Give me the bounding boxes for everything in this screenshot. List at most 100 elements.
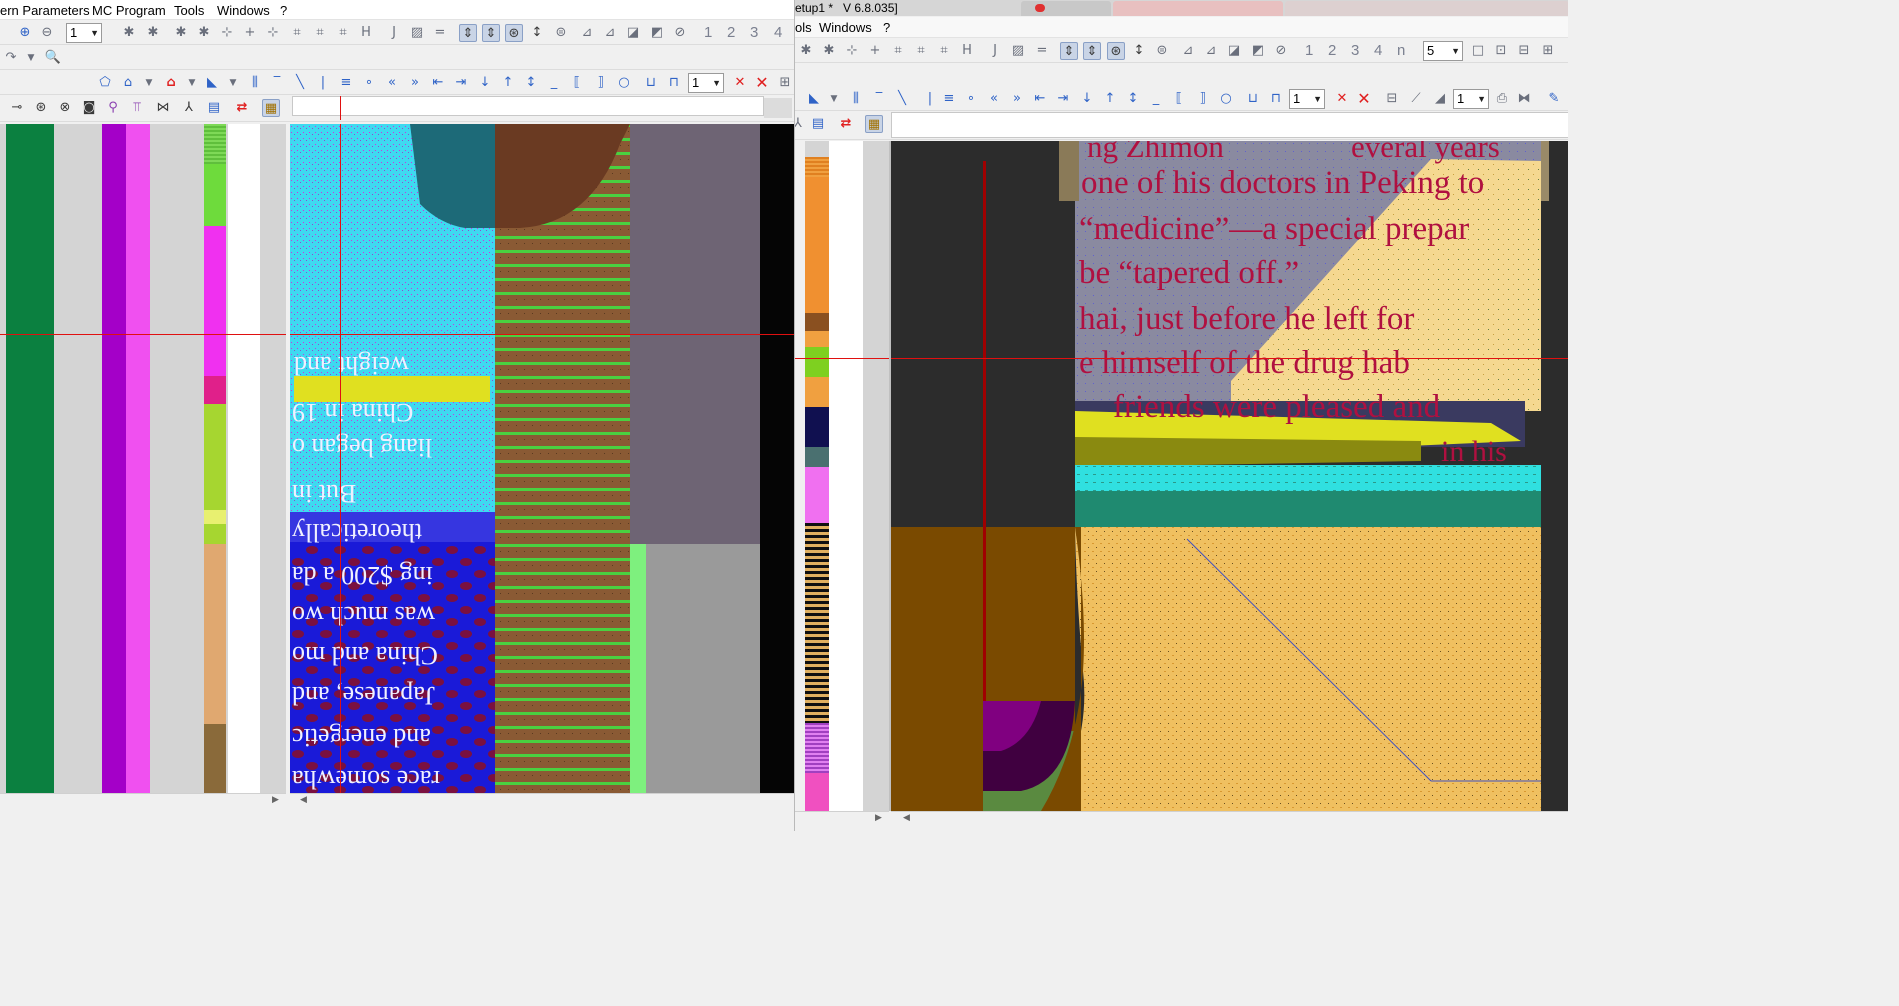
arrow-down-icon[interactable]: ↓ (476, 74, 494, 92)
forward-icon[interactable]: » (1008, 90, 1026, 108)
grid-tool-1-icon[interactable]: ⌗ (288, 24, 306, 42)
red-shape-icon[interactable]: ⌂ (162, 74, 180, 92)
cylinder-icon[interactable]: ⊜ (1153, 42, 1171, 60)
stitch-tool-2-icon[interactable]: ✱ (797, 42, 815, 60)
scroll-right-icon[interactable]: ▶ (272, 794, 279, 805)
bracket-2-icon[interactable]: ⟧ (1194, 90, 1212, 108)
dot-icon[interactable]: ∘ (360, 74, 378, 92)
align-icon[interactable]: ⊟ (1383, 90, 1401, 108)
knit-tool-8-icon[interactable]: ⅄ (795, 115, 807, 133)
move-vertical-icon[interactable]: ↕ (1130, 42, 1148, 60)
shape-2-icon[interactable]: ⊿ (1202, 42, 1220, 60)
h-tool-icon[interactable]: H (357, 24, 375, 42)
triangle-dropdown-icon[interactable]: ▼ (224, 74, 242, 92)
menu-tools[interactable]: ols (795, 20, 812, 35)
zoom-out-icon[interactable]: ⊖ (38, 24, 56, 42)
delete-small-icon[interactable]: ✕ (731, 74, 749, 92)
cup-icon[interactable]: ⊔ (642, 74, 660, 92)
count-select[interactable]: 5 ▼ (1423, 41, 1463, 61)
arrow-up-icon[interactable]: ↑ (1101, 90, 1119, 108)
left-pattern-canvas[interactable]: weight and China in 19 liang began o But… (290, 124, 794, 793)
stitch-tool-4-icon[interactable]: ✱ (195, 24, 213, 42)
columns-icon[interactable]: ⫼ (246, 74, 264, 92)
layer-3-button[interactable]: 3 (750, 24, 758, 41)
columns-icon[interactable]: ⫼ (847, 90, 865, 108)
last-icon[interactable]: ⇥ (452, 74, 470, 92)
stitch-tool-6-icon[interactable]: + (241, 24, 259, 42)
hatch-tool-icon[interactable]: ▨ (1009, 42, 1027, 60)
blank-icon[interactable]: □ (1469, 42, 1487, 60)
background-tab-3[interactable] (1285, 1, 1568, 16)
scroll-left-icon[interactable]: ◀ (903, 812, 910, 823)
shape-2-icon[interactable]: ⊿ (601, 24, 619, 42)
vbar-icon[interactable]: | (921, 90, 939, 108)
pattern-icon[interactable]: ▦ (262, 99, 280, 117)
menu-pattern-parameters[interactable]: ern Parameters (0, 3, 90, 18)
transfer-2-icon[interactable]: ⇕ (1083, 42, 1101, 60)
arrow-up-icon[interactable]: ↑ (499, 74, 517, 92)
underscore-icon[interactable]: _ (545, 74, 563, 92)
pane-divider[interactable] (889, 141, 891, 811)
stitch-tool-7-icon[interactable]: ⊹ (264, 24, 282, 42)
scroll-left-icon[interactable]: ◀ (300, 794, 307, 805)
knit-tool-5-icon[interactable]: ⚲ (104, 99, 122, 117)
stitch-tool-5-icon[interactable]: ⊹ (218, 24, 236, 42)
color-index-strip[interactable] (805, 141, 829, 811)
knit-tool-3-icon[interactable]: ⊗ (56, 99, 74, 117)
triangle-icon[interactable]: ◣ (805, 90, 823, 108)
hatch-tool-icon[interactable]: ▨ (408, 24, 426, 42)
cup-icon[interactable]: ⊔ (1244, 90, 1262, 108)
shirt-shape-icon[interactable]: ⌂ (119, 74, 137, 92)
shape-4-icon[interactable]: ◩ (648, 24, 666, 42)
cap-icon[interactable]: ⊓ (1267, 90, 1285, 108)
vbar-icon[interactable]: | (314, 74, 332, 92)
triangle-dropdown-icon[interactable]: ▼ (825, 90, 843, 108)
layer-3-button[interactable]: 3 (1351, 42, 1359, 59)
left-canvas-scrollbar[interactable]: ◀ (290, 793, 794, 807)
shape-3-icon[interactable]: ◪ (1225, 42, 1243, 60)
strip-gray[interactable] (54, 124, 102, 793)
shape-3-icon[interactable]: ◪ (624, 24, 642, 42)
scroll-right-icon[interactable]: ▶ (875, 812, 882, 823)
strip-white[interactable] (829, 141, 863, 811)
shape-5-icon[interactable]: ⊘ (1272, 42, 1290, 60)
grid-tool-1-icon[interactable]: ⌗ (889, 42, 907, 60)
stitch-tool-3-icon[interactable]: ✱ (820, 42, 838, 60)
rewind-icon[interactable]: « (383, 74, 401, 92)
frame-2-icon[interactable]: ⊟ (1515, 42, 1533, 60)
ramp-1-icon[interactable]: ⟋ (1407, 90, 1425, 108)
diagonal-icon[interactable]: ╲ (893, 90, 911, 108)
transfer-3-icon[interactable]: ⊛ (505, 24, 523, 42)
layer-2-button[interactable]: 2 (1328, 42, 1336, 59)
strip-purple[interactable] (102, 124, 126, 793)
stitch-tool-5-icon[interactable]: ⊹ (843, 42, 861, 60)
right-pattern-canvas[interactable]: ng Zhimon everal years one of his doctor… (891, 141, 1568, 811)
layer-select[interactable]: 1 ▼ (1289, 89, 1325, 109)
transfer-1-icon[interactable]: ⇕ (1060, 42, 1078, 60)
bracket-1-icon[interactable]: ⟦ (568, 74, 586, 92)
knit-tool-8-icon[interactable]: ⅄ (180, 99, 198, 117)
move-vertical-icon[interactable]: ↕ (528, 24, 546, 42)
strip-gray[interactable] (863, 141, 889, 811)
list-icon[interactable]: ≡ (940, 90, 958, 108)
cylinder-icon[interactable]: ⊜ (552, 24, 570, 42)
bracket-2-icon[interactable]: ⟧ (592, 74, 610, 92)
list-icon[interactable]: ≡ (337, 74, 355, 92)
diagonal-icon[interactable]: ╲ (291, 74, 309, 92)
swap-icon[interactable]: ⇄ (837, 115, 855, 133)
menu-help[interactable]: ? (280, 3, 287, 18)
delete-icon[interactable]: ✕ (1355, 90, 1373, 108)
background-tab-2[interactable] (1113, 1, 1283, 16)
stitch-tool-2-icon[interactable]: ✱ (144, 24, 162, 42)
grid-tool-2-icon[interactable]: ⌗ (912, 42, 930, 60)
knit-tool-4-icon[interactable]: ◙ (80, 99, 98, 117)
knit-tool-6-icon[interactable]: ⫪ (128, 99, 146, 117)
grid-tool-2-icon[interactable]: ⌗ (311, 24, 329, 42)
layer-2-button[interactable]: 2 (727, 24, 735, 41)
knit-tool-1-icon[interactable]: ⊸ (8, 99, 26, 117)
document-icon[interactable]: ▤ (809, 115, 827, 133)
pattern-icon[interactable]: ▦ (865, 115, 883, 133)
layer-4-button[interactable]: 4 (774, 24, 782, 41)
swap-icon[interactable]: ⇄ (233, 99, 251, 117)
shape-1-icon[interactable]: ⊿ (1179, 42, 1197, 60)
